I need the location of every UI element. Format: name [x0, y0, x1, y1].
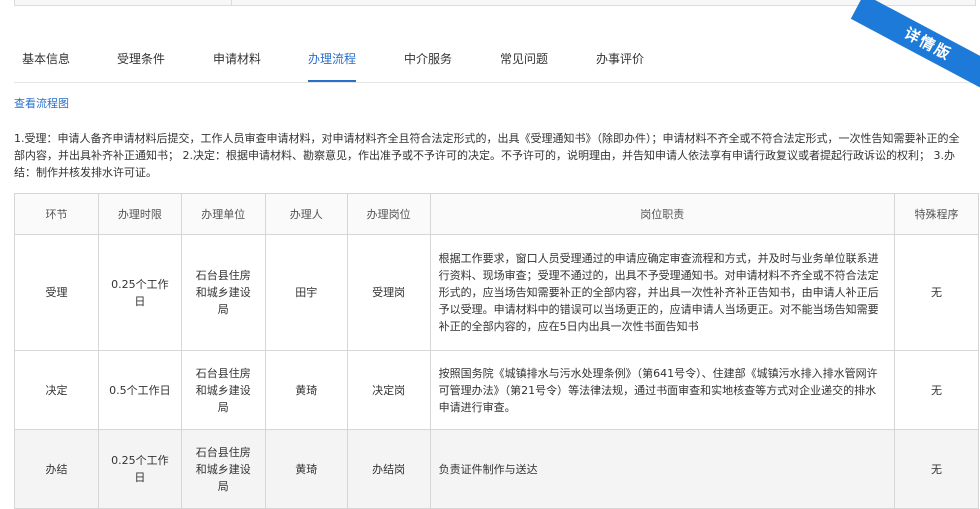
table-header-row: 环节 办理时限 办理单位 办理人 办理岗位 岗位职责 特殊程序 [14, 193, 979, 235]
view-flowchart-link[interactable]: 查看流程图 [14, 95, 69, 111]
process-description: 1.受理：申请人备齐申请材料后提交，工作人员审查申请材料，对申请材料齐全且符合法… [14, 132, 960, 179]
table-row: 办结 0.25个工作日 石台县住房和城乡建设局 黄琦 办结岗 负责证件制作与送达… [14, 429, 979, 509]
cell-person: 黄琦 [264, 429, 348, 509]
cell-time: 0.5个工作日 [97, 350, 182, 430]
tab-materials[interactable]: 申请材料 [213, 44, 261, 81]
cell-time: 0.25个工作日 [97, 429, 182, 509]
tab-process[interactable]: 办理流程 [308, 44, 357, 82]
cell-unit: 石台县住房和城乡建设局 [180, 429, 266, 509]
col-header-unit: 办理单位 [180, 193, 266, 235]
col-header-person: 办理人 [264, 193, 348, 235]
cell-special: 无 [894, 234, 979, 351]
cell-stage: 办结 [14, 429, 99, 509]
col-header-post: 办理岗位 [346, 193, 431, 235]
cell-special: 无 [894, 350, 979, 430]
table-row: 受理 0.25个工作日 石台县住房和城乡建设局 田宇 受理岗 根据工作要求，窗口… [14, 234, 979, 351]
cell-post: 决定岗 [346, 350, 431, 430]
cell-stage: 受理 [14, 234, 99, 351]
col-header-time: 办理时限 [97, 193, 182, 235]
cell-person: 黄琦 [264, 350, 348, 430]
cell-stage: 决定 [14, 350, 99, 430]
col-header-stage: 环节 [14, 193, 99, 235]
col-header-special: 特殊程序 [894, 193, 979, 235]
cell-unit: 石台县住房和城乡建设局 [180, 234, 266, 351]
tab-accept-conditions[interactable]: 受理条件 [117, 44, 165, 81]
cell-duty: 按照国务院《城镇排水与污水处理条例》（第641号令）、住建部《城镇污水排入排水管… [429, 350, 896, 430]
table-row: 决定 0.5个工作日 石台县住房和城乡建设局 黄琦 决定岗 按照国务院《城镇排水… [14, 350, 979, 430]
tab-bar: 基本信息 受理条件 申请材料 办理流程 中介服务 常见问题 办事评价 [14, 44, 980, 83]
process-table: 环节 办理时限 办理单位 办理人 办理岗位 岗位职责 特殊程序 受理 0.25个… [14, 193, 979, 509]
cell-special: 无 [894, 429, 979, 509]
tab-faq[interactable]: 常见问题 [500, 44, 548, 81]
cell-person: 田宇 [264, 234, 348, 351]
cell-duty: 负责证件制作与送达 [429, 429, 896, 509]
tab-evaluation[interactable]: 办事评价 [596, 44, 644, 81]
cell-post: 受理岗 [346, 234, 431, 351]
col-header-duty: 岗位职责 [429, 193, 896, 235]
cell-unit: 石台县住房和城乡建设局 [180, 350, 266, 430]
cell-time: 0.25个工作日 [97, 234, 182, 351]
top-input-strip [14, 0, 976, 6]
strip-divider [231, 0, 232, 6]
cell-duty: 根据工作要求，窗口人员受理通过的申请应确定审查流程和方式，并及时与业务单位联系进… [429, 234, 896, 351]
tab-basic-info[interactable]: 基本信息 [22, 44, 70, 81]
cell-post: 办结岗 [346, 429, 431, 509]
tab-intermediary[interactable]: 中介服务 [404, 44, 452, 81]
